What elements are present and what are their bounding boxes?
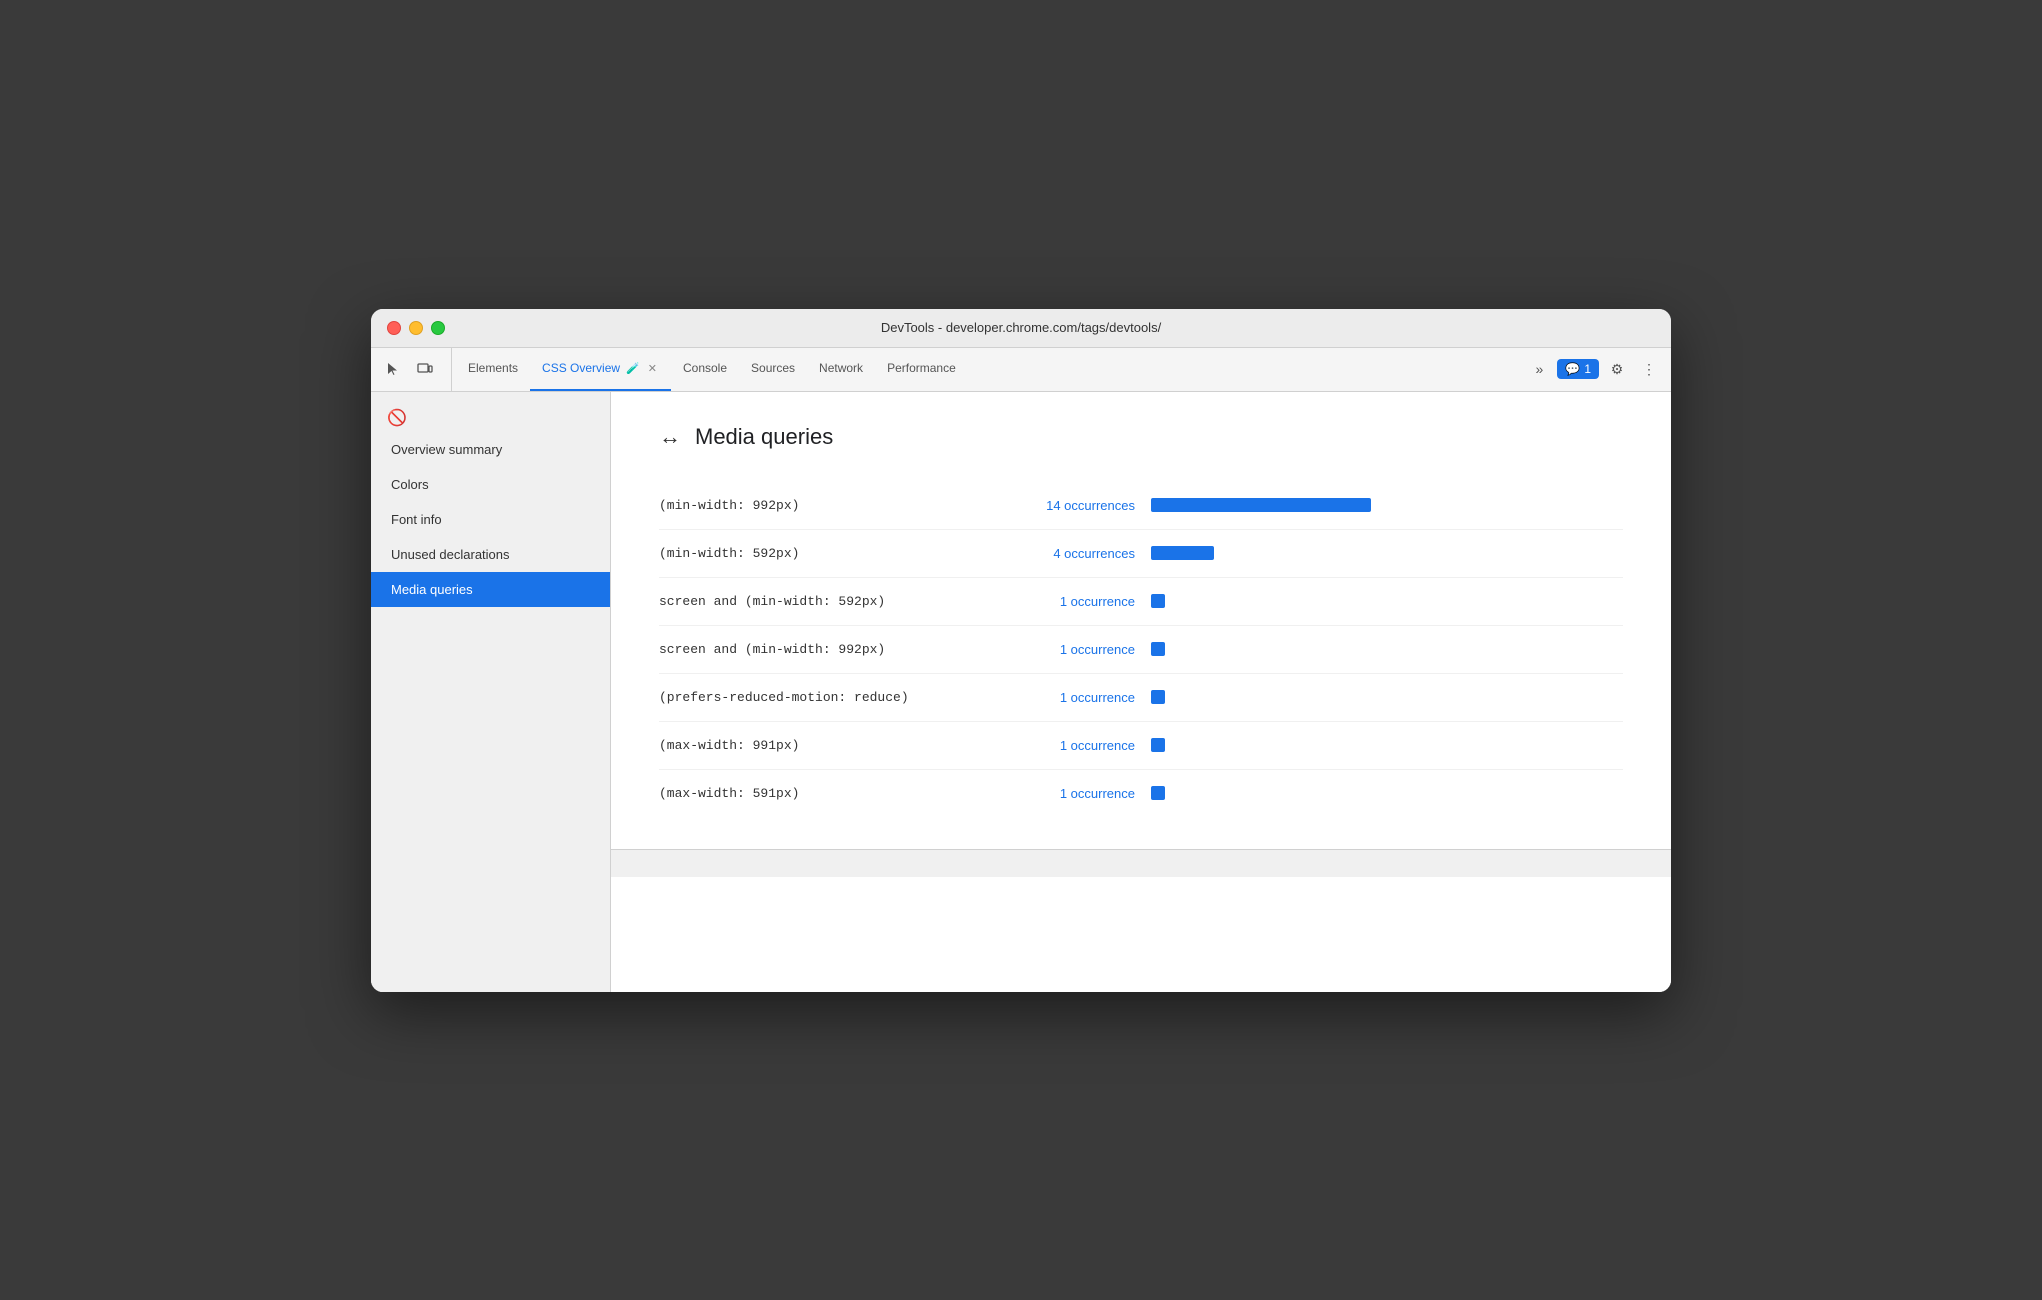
traffic-lights: [387, 321, 445, 335]
minimize-button[interactable]: [409, 321, 423, 335]
sidebar: 🚫 Overview summary Colors Font info Unus…: [371, 392, 611, 992]
cursor-icon[interactable]: [379, 355, 407, 383]
more-options-button[interactable]: ⋮: [1635, 355, 1663, 383]
device-toolbar-icon[interactable]: [411, 355, 439, 383]
media-query-occurrences[interactable]: 1 occurrence: [995, 738, 1135, 753]
resize-icon: ↔: [659, 424, 681, 450]
media-query-row: (max-width: 591px) 1 occurrence: [659, 770, 1623, 817]
media-query-bar: [1151, 498, 1371, 512]
section-title-text: Media queries: [695, 424, 833, 450]
tab-bar: Elements CSS Overview 🧪 ✕ Console Source…: [371, 348, 1671, 392]
bottom-bar: [611, 849, 1671, 877]
devtools-body: 🚫 Overview summary Colors Font info Unus…: [371, 392, 1671, 992]
media-query-bar-container: [1151, 738, 1623, 752]
media-query-dot: [1151, 690, 1165, 704]
window-title: DevTools - developer.chrome.com/tags/dev…: [881, 320, 1161, 335]
main-panel: ↔ Media queries (min-width: 992px) 14 occ…: [611, 392, 1671, 992]
media-query-occurrences[interactable]: 4 occurrences: [995, 546, 1135, 561]
media-query-row: (min-width: 992px) 14 occurrences: [659, 482, 1623, 530]
media-query-row: screen and (min-width: 592px) 1 occurrenc…: [659, 578, 1623, 626]
media-query-row: screen and (min-width: 992px) 1 occurrenc…: [659, 626, 1623, 674]
media-query-text: screen and (min-width: 992px): [659, 642, 979, 657]
media-query-occurrences[interactable]: 1 occurrence: [995, 642, 1135, 657]
media-query-dot: [1151, 594, 1165, 608]
more-tabs-button[interactable]: »: [1525, 355, 1553, 383]
media-query-occurrences[interactable]: 1 occurrence: [995, 786, 1135, 801]
chat-button[interactable]: 💬 1: [1557, 359, 1599, 379]
close-button[interactable]: [387, 321, 401, 335]
media-query-text: (prefers-reduced-motion: reduce): [659, 690, 979, 705]
section-title: ↔ Media queries: [659, 424, 1623, 450]
media-query-bar-container: [1151, 594, 1623, 608]
tab-performance[interactable]: Performance: [875, 348, 968, 391]
media-query-occurrences[interactable]: 14 occurrences: [995, 498, 1135, 513]
settings-button[interactable]: ⚙: [1603, 355, 1631, 383]
media-query-bar: [1151, 546, 1214, 560]
media-query-occurrences[interactable]: 1 occurrence: [995, 594, 1135, 609]
sidebar-item-font-info[interactable]: Font info: [371, 502, 610, 537]
no-entry-icon: 🚫: [371, 400, 610, 432]
media-query-text: (max-width: 591px): [659, 786, 979, 801]
devtools-icons: [379, 348, 452, 391]
maximize-button[interactable]: [431, 321, 445, 335]
sidebar-item-colors[interactable]: Colors: [371, 467, 610, 502]
tab-elements[interactable]: Elements: [456, 348, 530, 391]
media-query-row: (max-width: 991px) 1 occurrence: [659, 722, 1623, 770]
media-query-bar-container: [1151, 786, 1623, 800]
media-query-bar-container: [1151, 642, 1623, 656]
media-query-row: (prefers-reduced-motion: reduce) 1 occurr…: [659, 674, 1623, 722]
tab-sources[interactable]: Sources: [739, 348, 807, 391]
flask-icon: 🧪: [626, 362, 640, 375]
title-bar: DevTools - developer.chrome.com/tags/dev…: [371, 309, 1671, 348]
tab-close-css-overview[interactable]: ✕: [646, 360, 659, 377]
media-query-dot: [1151, 642, 1165, 656]
chat-icon: 💬: [1565, 362, 1580, 376]
sidebar-item-unused-declarations[interactable]: Unused declarations: [371, 537, 610, 572]
media-query-row: (min-width: 592px) 4 occurrences: [659, 530, 1623, 578]
tab-network[interactable]: Network: [807, 348, 875, 391]
media-query-bar-container: [1151, 546, 1623, 560]
media-query-bar-container: [1151, 498, 1623, 512]
tab-bar-right: » 💬 1 ⚙ ⋮: [1525, 348, 1663, 391]
main-content: ↔ Media queries (min-width: 992px) 14 occ…: [611, 392, 1671, 849]
media-query-text: (max-width: 991px): [659, 738, 979, 753]
media-query-text: (min-width: 592px): [659, 546, 979, 561]
media-queries-table: (min-width: 992px)14 occurrences(min-wid…: [659, 482, 1623, 817]
tab-console[interactable]: Console: [671, 348, 739, 391]
media-query-dot: [1151, 786, 1165, 800]
media-query-bar-container: [1151, 690, 1623, 704]
sidebar-item-overview-summary[interactable]: Overview summary: [371, 432, 610, 467]
devtools-window: DevTools - developer.chrome.com/tags/dev…: [371, 309, 1671, 992]
sidebar-item-media-queries[interactable]: Media queries: [371, 572, 610, 607]
media-query-text: screen and (min-width: 592px): [659, 594, 979, 609]
media-query-occurrences[interactable]: 1 occurrence: [995, 690, 1135, 705]
tab-css-overview[interactable]: CSS Overview 🧪 ✕: [530, 348, 671, 391]
media-query-text: (min-width: 992px): [659, 498, 979, 513]
media-query-dot: [1151, 738, 1165, 752]
